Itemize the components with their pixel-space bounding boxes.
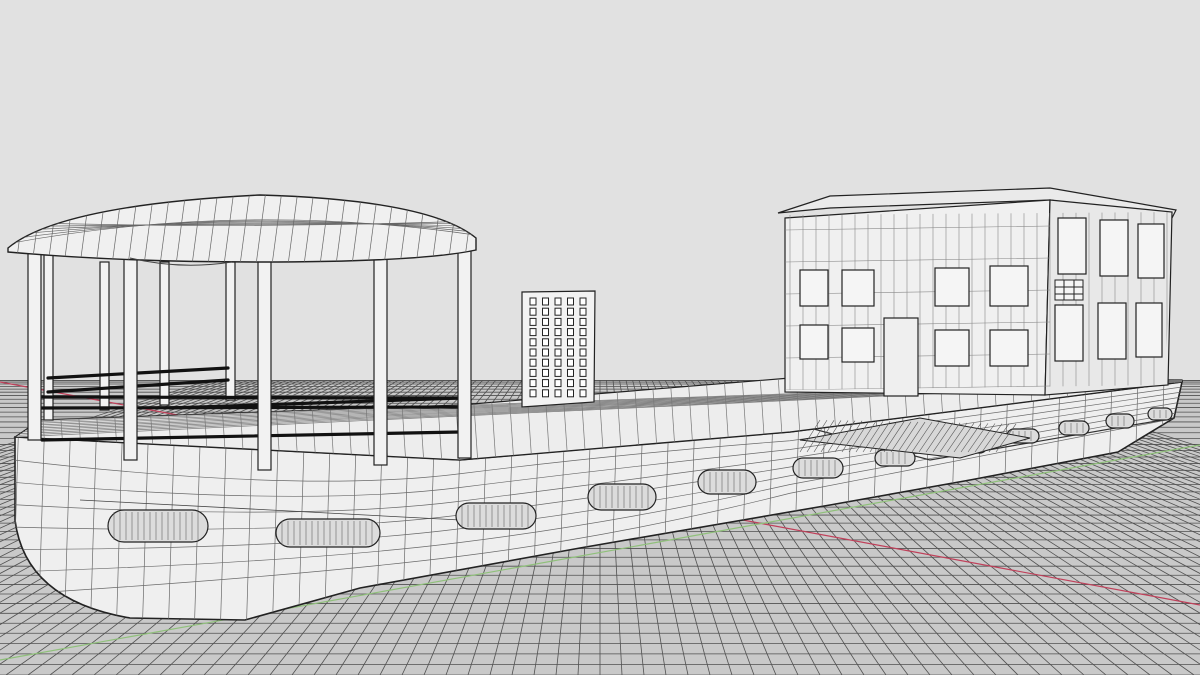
- porthole-rim: [275, 518, 381, 548]
- vent-slot: [579, 307, 587, 316]
- porthole-rim: [107, 509, 209, 543]
- porthole: [107, 509, 209, 543]
- vent-slot: [542, 368, 549, 377]
- cabin-window: [841, 269, 875, 307]
- vent-slot: [567, 297, 574, 306]
- porthole-rim: [792, 457, 844, 479]
- vent-slot: [579, 358, 587, 367]
- railing-rail: [38, 395, 462, 400]
- porthole: [455, 502, 537, 530]
- vent-slot: [554, 317, 562, 326]
- canopy-post: [123, 237, 138, 461]
- 3d-viewport[interactable]: [0, 0, 1200, 675]
- vent-slot: [567, 307, 574, 316]
- vent-slot: [579, 317, 587, 326]
- railing-rail: [38, 405, 462, 410]
- porthole: [275, 518, 381, 548]
- vent-slot: [567, 348, 574, 357]
- vent-slot: [567, 389, 574, 398]
- vent-slot: [542, 328, 549, 337]
- cabin-window: [1135, 302, 1163, 358]
- cabin-small-window: [1054, 279, 1084, 301]
- vent-slot: [554, 358, 562, 367]
- cabin-window: [989, 265, 1029, 307]
- vent-slot: [579, 379, 587, 388]
- vent-slot: [529, 338, 537, 347]
- cabin-window: [934, 329, 970, 367]
- porthole-rim: [1058, 420, 1090, 436]
- vent-slot: [567, 338, 574, 347]
- vent-slot: [579, 348, 587, 357]
- cabin-window: [1097, 302, 1127, 360]
- vent-slot: [554, 307, 562, 316]
- cabin-window: [1057, 217, 1087, 275]
- vent-slot: [529, 389, 537, 398]
- porthole: [587, 483, 657, 511]
- vent-slot: [529, 379, 537, 388]
- vent-slot: [542, 348, 549, 357]
- canopy-post: [27, 249, 42, 441]
- vent-slot: [542, 379, 549, 388]
- wireframe-scene[interactable]: [0, 0, 1200, 675]
- vent-slot: [554, 389, 562, 398]
- vent-slot: [554, 348, 562, 357]
- vent-slot: [554, 368, 562, 377]
- vent-slot: [567, 379, 574, 388]
- cabin-window: [799, 324, 829, 360]
- cabin-door: [883, 317, 919, 397]
- porthole-rim: [697, 469, 757, 495]
- vent-slot: [542, 389, 549, 398]
- vent-slot: [542, 307, 549, 316]
- porthole: [697, 469, 757, 495]
- porthole: [1147, 407, 1173, 421]
- cabin-window: [1054, 304, 1084, 362]
- porthole-rim: [1105, 413, 1135, 429]
- railing-rail: [46, 366, 230, 380]
- vent-slot: [579, 389, 587, 398]
- vent-slot: [529, 328, 537, 337]
- vent-slot: [579, 297, 587, 306]
- canopy-post: [257, 242, 272, 471]
- vent-slot: [529, 297, 537, 306]
- vent-slot: [529, 317, 537, 326]
- cabin-window: [934, 267, 970, 307]
- vent-panel[interactable]: [521, 290, 596, 408]
- vent-slot: [579, 328, 587, 337]
- vent-slot: [567, 358, 574, 367]
- canopy-post: [373, 252, 388, 466]
- vent-slot: [579, 338, 587, 347]
- cabin-window: [841, 327, 875, 363]
- vent-slot: [542, 338, 549, 347]
- vent-slot: [529, 358, 537, 367]
- vent-slot: [529, 307, 537, 316]
- canopy-rib: [8, 195, 11, 262]
- porthole: [792, 457, 844, 479]
- vent-slot: [554, 379, 562, 388]
- vent-slot: [567, 317, 574, 326]
- porthole: [1058, 420, 1090, 436]
- canopy-post: [457, 248, 472, 459]
- vent-slot: [567, 328, 574, 337]
- canopy-post: [43, 254, 54, 421]
- vent-slot: [554, 328, 562, 337]
- cabin-window: [989, 329, 1029, 367]
- vent-slot: [542, 297, 549, 306]
- vent-slot: [554, 338, 562, 347]
- vent-slot: [529, 348, 537, 357]
- cabin-window: [799, 269, 829, 307]
- cabin-window: [1099, 219, 1129, 277]
- vent-slot: [554, 297, 562, 306]
- vent-slot: [542, 358, 549, 367]
- vent-slot: [567, 368, 574, 377]
- cabin-window: [1137, 223, 1165, 279]
- canopy-roof[interactable]: [0, 190, 477, 266]
- vent-slot: [542, 317, 549, 326]
- cabin[interactable]: [777, 187, 1177, 400]
- vent-slot: [529, 368, 537, 377]
- porthole-rim: [587, 483, 657, 511]
- vent-slot: [579, 368, 587, 377]
- porthole: [1105, 413, 1135, 429]
